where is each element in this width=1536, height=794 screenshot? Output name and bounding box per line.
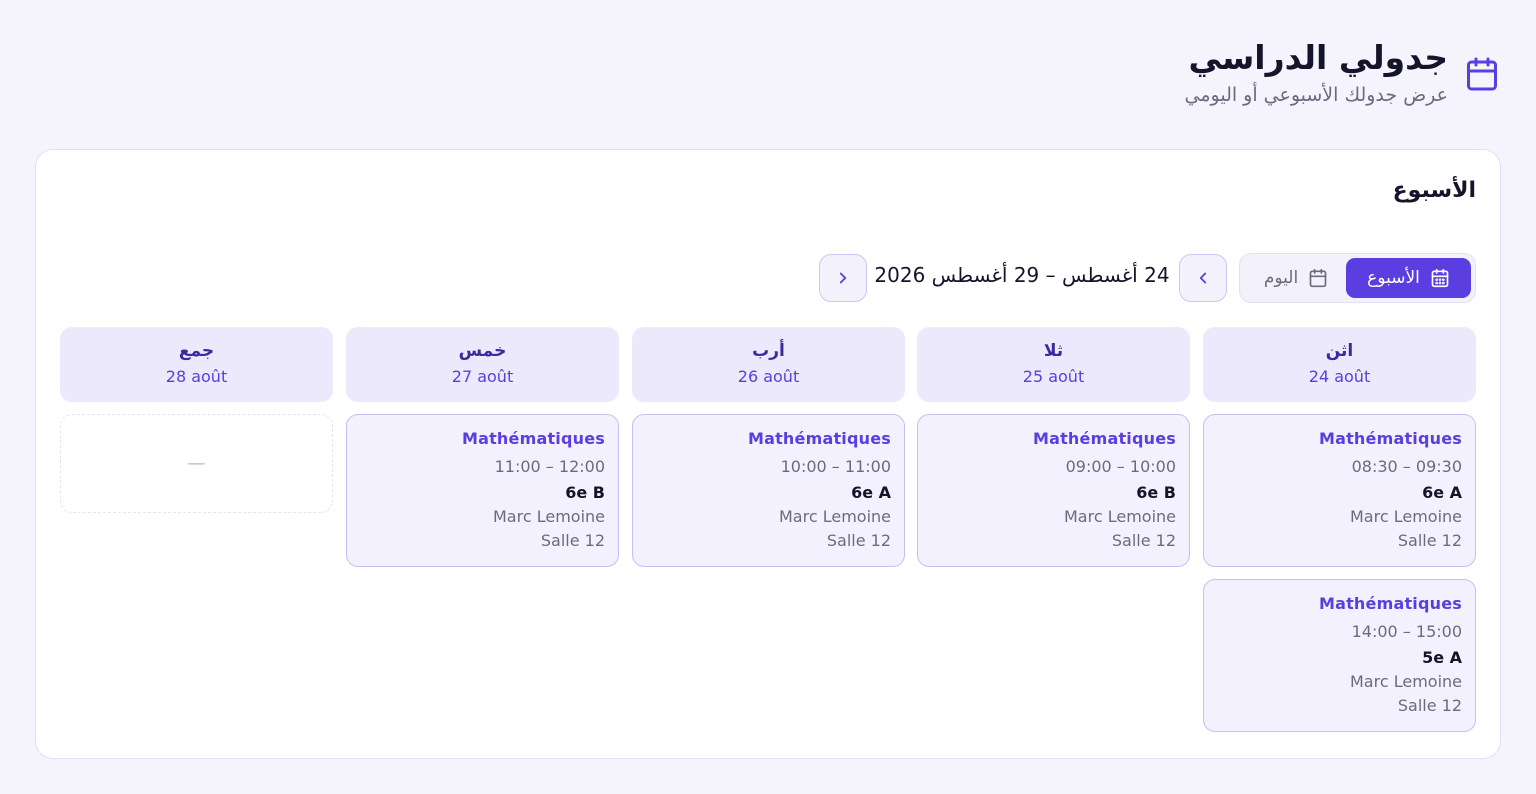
event-card[interactable]: Mathématiques 08:30 – 09:30 6e A Marc Le… — [1203, 414, 1476, 567]
event-class: 6e B — [565, 483, 605, 502]
event-teacher: Marc Lemoine — [493, 507, 605, 526]
day-date: 27 août — [451, 367, 514, 386]
event-room: Salle 12 — [1397, 531, 1462, 550]
event-time: 08:30 – 09:30 — [1351, 457, 1462, 476]
week-view-button[interactable]: الأسبوع — [1346, 258, 1471, 298]
date-range-label: 24 أغسطس – 29 أغسطس 2026 — [874, 263, 1170, 287]
event-time: 10:00 – 11:00 — [780, 457, 891, 476]
event-subject: Mathématiques — [1318, 594, 1462, 613]
event-class: 6e A — [851, 483, 891, 502]
chevron-right-icon — [839, 272, 847, 284]
previous-week-button[interactable] — [819, 254, 867, 302]
day-date: 26 août — [737, 367, 800, 386]
event-teacher: Marc Lemoine — [779, 507, 891, 526]
event-time: 11:00 – 12:00 — [494, 457, 605, 476]
chevron-left-icon — [1199, 272, 1207, 284]
page-title: جدولي الدراسي — [1188, 38, 1448, 77]
event-teacher: Marc Lemoine — [1350, 507, 1462, 526]
day-header-thu: خمس 27 août — [346, 327, 619, 402]
day-header-wed: أرب 26 août — [632, 327, 905, 402]
event-room: Salle 12 — [1397, 696, 1462, 715]
day-view-button[interactable]: اليوم — [1246, 258, 1346, 298]
event-room: Salle 12 — [1111, 531, 1176, 550]
event-subject: Mathématiques — [461, 429, 605, 448]
day-name: ثلا — [1043, 341, 1064, 361]
day-date: 28 août — [165, 367, 228, 386]
event-card[interactable]: Mathématiques 09:00 – 10:00 6e B Marc Le… — [917, 414, 1190, 567]
event-card[interactable]: Mathématiques 10:00 – 11:00 6e A Marc Le… — [632, 414, 905, 567]
page-header: جدولي الدراسي عرض جدولك الأسبوعي أو اليو… — [1185, 38, 1501, 106]
event-teacher: Marc Lemoine — [1350, 672, 1462, 691]
day-view-label: اليوم — [1263, 268, 1299, 288]
empty-day-placeholder: — — [60, 414, 333, 513]
event-room: Salle 12 — [540, 531, 605, 550]
week-view-label: الأسبوع — [1367, 268, 1420, 288]
card-title: الأسبوع — [1392, 178, 1476, 203]
calendar-grid-icon — [1431, 268, 1449, 288]
event-room: Salle 12 — [826, 531, 891, 550]
event-time: 14:00 – 15:00 — [1351, 622, 1462, 641]
page-subtitle: عرض جدولك الأسبوعي أو اليومي — [1184, 83, 1449, 106]
next-week-button[interactable] — [1179, 254, 1227, 302]
event-subject: Mathématiques — [747, 429, 891, 448]
day-date: 24 août — [1308, 367, 1371, 386]
schedule-card: الأسبوع الأسبوع اليوم 24 أغسطس – 29 أغسط… — [35, 149, 1501, 759]
event-class: 5e A — [1422, 648, 1462, 667]
day-name: جمع — [178, 341, 215, 361]
event-teacher: Marc Lemoine — [1064, 507, 1176, 526]
day-name: أرب — [752, 341, 785, 361]
event-subject: Mathématiques — [1318, 429, 1462, 448]
event-class: 6e B — [1136, 483, 1176, 502]
day-name: خمس — [458, 341, 507, 361]
day-header-tue: ثلا 25 août — [917, 327, 1190, 402]
day-header-mon: اثن 24 août — [1203, 327, 1476, 402]
event-subject: Mathématiques — [1032, 429, 1176, 448]
event-card[interactable]: Mathématiques 11:00 – 12:00 6e B Marc Le… — [346, 414, 619, 567]
event-card[interactable]: Mathématiques 14:00 – 15:00 5e A Marc Le… — [1203, 579, 1476, 732]
calendar-icon — [1309, 268, 1327, 288]
calendar-icon — [1467, 57, 1497, 91]
event-time: 09:00 – 10:00 — [1065, 457, 1176, 476]
day-header-fri: جمع 28 août — [60, 327, 333, 402]
event-class: 6e A — [1422, 483, 1462, 502]
day-date: 25 août — [1022, 367, 1085, 386]
view-toggle: الأسبوع اليوم — [1239, 253, 1476, 303]
page-titles: جدولي الدراسي عرض جدولك الأسبوعي أو اليو… — [1185, 38, 1449, 106]
day-name: اثن — [1325, 341, 1354, 361]
